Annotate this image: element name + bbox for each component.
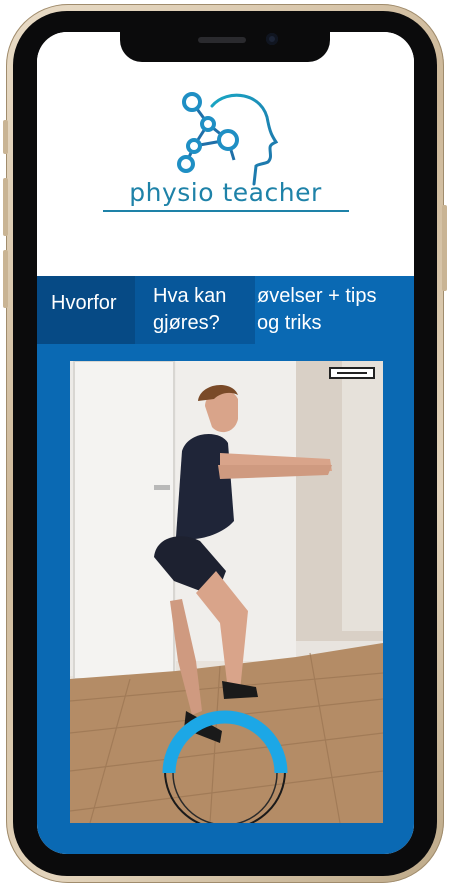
squat-scene-illustration [70, 361, 383, 823]
tab-ovelser-tips-label-line2: og triks [257, 312, 322, 334]
brand-name: physio teacher [129, 178, 322, 207]
tab-hva-kan-gjores[interactable]: Hva kan gjøres? [135, 276, 255, 344]
phone-volume-up [3, 178, 8, 236]
front-camera-icon [266, 33, 278, 45]
phone-notch [120, 28, 330, 62]
phone-volume-down [3, 250, 8, 308]
app-screen: physio teacher Hvorfor Hva kan gjøres? ø… [37, 32, 414, 854]
tab-hvorfor[interactable]: Hvorfor [37, 276, 135, 344]
tab-hva-kan-gjores-label-line2: gjøres? [153, 312, 220, 334]
exercise-content-panel [37, 344, 414, 854]
phone-silent-switch [3, 120, 8, 154]
speaker-grille [198, 37, 246, 43]
tab-bar: Hvorfor Hva kan gjøres? øvelser + tips o… [37, 276, 414, 344]
tab-hva-kan-gjores-label-line1: Hva kan [153, 285, 227, 307]
fullscreen-icon[interactable] [329, 367, 375, 379]
exercise-photo[interactable] [70, 361, 383, 823]
header-logo-area: physio teacher [37, 32, 414, 276]
tab-ovelser-tips[interactable]: øvelser + tips og triks [255, 276, 414, 344]
brand-underline [103, 210, 349, 212]
tab-hvorfor-label: Hvorfor [51, 292, 117, 314]
tab-ovelser-tips-label-line1: øvelser + tips [257, 285, 377, 307]
phone-power-button [442, 205, 447, 291]
